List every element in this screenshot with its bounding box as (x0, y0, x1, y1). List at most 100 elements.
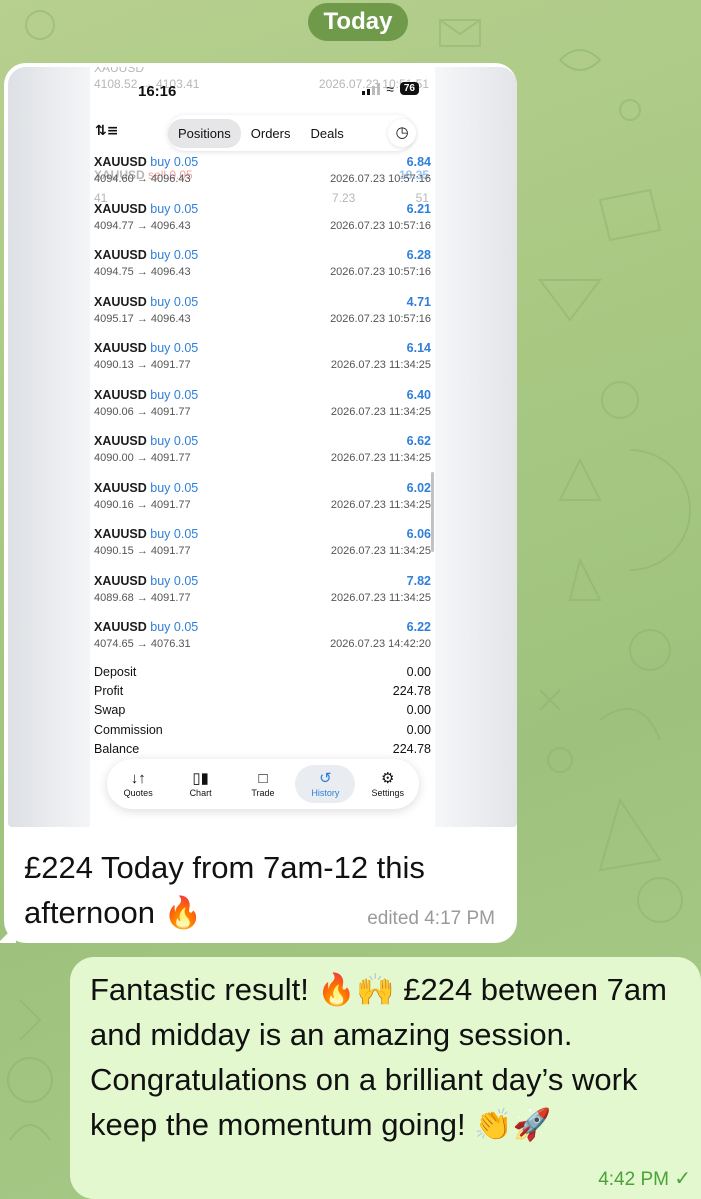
nav-quotes[interactable]: ↓↑ Quotes (108, 765, 168, 803)
trade-prices: 4094.60 → 4096.43 (94, 173, 191, 185)
summary-row: Swap 0.00 (94, 703, 431, 722)
trade-symbol: XAUUSD buy 0.05 (94, 527, 199, 541)
trade-symbol: XAUUSD buy 0.05 (94, 201, 199, 216)
trade-symbol: XAUUSD buy 0.05 (94, 480, 199, 495)
sort-icon[interactable]: ⇅≡ (95, 123, 118, 139)
blurred-margin-left (8, 67, 90, 827)
trade-time: 2026.07.23 11:34:25 (330, 405, 431, 418)
trade-symbol: XAUUSD buy 0.05 (94, 155, 199, 169)
trade-symbol: XAUUSD buy 0.05 (94, 294, 199, 309)
gear-icon: ⚙ (381, 770, 395, 787)
trade-profit: 6.28 (406, 248, 431, 262)
trade-time: 2026.07.23 11:34:25 (330, 545, 431, 557)
trade-profit: 6.40 (406, 387, 431, 402)
trade-time: 2026.07.23 10:57:16 (330, 266, 431, 278)
trade-side: buy 0.05 (150, 294, 199, 309)
quotes-icon: ↓↑ (130, 770, 146, 787)
history-icon: ↺ (319, 770, 332, 787)
bubble-tail (0, 925, 16, 943)
trade-profit: 6.02 (406, 480, 431, 495)
trade-side: buy 0.05 (150, 620, 199, 634)
trade-side: buy 0.05 (150, 527, 199, 541)
clock-icon[interactable]: ◷ (388, 119, 416, 147)
trade-time: 2026.07.23 14:42:20 (330, 638, 431, 650)
status-time: 16:16 (138, 83, 177, 100)
trade-row[interactable]: XAUUSD buy 0.05 4090.15 → 4091.77 6.06 2026… (90, 521, 435, 568)
blurred-margin-right (435, 67, 517, 827)
wifi-icon: ≈ (386, 80, 394, 97)
trade-prices: 4090.15 → 4091.77 (94, 545, 191, 557)
summary-value: 224.78 (392, 741, 431, 756)
trade-row[interactable]: XAUUSD buy 0.05 4095.17 → 4096.43 4.71 2026… (90, 289, 435, 336)
trade-symbol: XAUUSD buy 0.05 (94, 573, 199, 588)
read-check-icon: ✓ (674, 1168, 691, 1190)
scrollbar[interactable] (431, 472, 434, 552)
trade-prices: 4090.06 → 4091.77 (94, 405, 191, 418)
trade-symbol: XAUUSD buy 0.05 (94, 341, 199, 355)
trade-symbol: XAUUSD buy 0.05 (94, 387, 199, 402)
trade-time: 2026.07.23 11:34:25 (330, 498, 431, 511)
trade-time: 2026.07.23 10:57:16 (330, 219, 431, 232)
trade-profit: 4.71 (406, 294, 431, 309)
tab-positions[interactable]: Positions (168, 118, 241, 148)
tab-orders[interactable]: Orders (241, 119, 301, 148)
trade-row[interactable]: XAUUSD buy 0.05 4090.06 → 4091.77 6.40 2026… (90, 382, 435, 429)
trade-symbol: XAUUSD buy 0.05 (94, 434, 199, 448)
signal-icon (362, 82, 381, 95)
trade-time: 2026.07.23 11:34:25 (330, 591, 431, 604)
trading-app-screen: XAUUSD 4108.52 → 4103.41 2026.07.23 10:5… (90, 67, 435, 827)
tab-deals[interactable]: Deals (300, 119, 353, 148)
summary-value: 0.00 (406, 703, 431, 718)
trade-row[interactable]: XAUUSD buy 0.05 4090.00 → 4091.77 6.62 2026… (90, 428, 435, 475)
attached-screenshot[interactable]: XAUUSD 4108.52 → 4103.41 2026.07.23 10:5… (8, 67, 517, 827)
trade-side: buy 0.05 (150, 201, 199, 216)
trade-row[interactable]: XAUUSD buy 0.05 4094.77 → 4096.43 6.21 2026… (90, 196, 435, 243)
candlestick-icon: ▯▮ (192, 770, 209, 787)
trade-profit: 6.84 (406, 155, 431, 169)
trade-time: 2026.07.23 10:57:16 (330, 173, 431, 185)
trade-prices: 4090.00 → 4091.77 (94, 452, 191, 464)
phone-status-bar: 16:16 ≈ 76 (90, 67, 435, 111)
nav-trade[interactable]: □ Trade (233, 765, 293, 803)
history-tab-bar: Positions Orders Deals (168, 115, 414, 151)
trade-profit: 6.62 (406, 434, 431, 448)
trade-chart-icon: □ (258, 770, 268, 787)
date-separator-pill: Today (308, 3, 408, 41)
message-meta: 4:42 PM ✓ (598, 1166, 691, 1191)
trade-side: buy 0.05 (150, 341, 199, 355)
trade-time: 2026.07.23 11:34:25 (330, 359, 431, 371)
nav-history[interactable]: ↺ History (295, 765, 356, 803)
trade-symbol: XAUUSD buy 0.05 (94, 620, 199, 634)
trade-row[interactable]: XAUUSD buy 0.05 4094.75 → 4096.43 6.28 2026… (90, 242, 435, 289)
summary-label: Swap (94, 703, 126, 718)
trade-profit: 7.82 (406, 573, 431, 588)
trade-prices: 4089.68 → 4091.77 (94, 591, 191, 604)
nav-settings[interactable]: ⚙ Settings (358, 765, 418, 803)
trade-row[interactable]: XAUUSD buy 0.05 4090.16 → 4091.77 6.02 2026… (90, 475, 435, 522)
summary-row: Profit 224.78 (94, 684, 431, 703)
trade-row[interactable]: XAUUSD buy 0.05 4094.60 → 4096.43 6.84 2026… (90, 149, 435, 196)
battery-icon: 76 (399, 82, 419, 95)
trade-side: buy 0.05 (150, 248, 199, 262)
account-summary: Deposit 0.00 Profit 224.78 Swap 0.00 Commissio… (94, 665, 431, 761)
bottom-navigation: ↓↑ Quotes ▯▮ Chart □ Trade ↺ History ⚙ Settin… (107, 759, 419, 809)
trade-prices: 4090.13 → 4091.77 (94, 359, 191, 371)
trade-time: 2026.07.23 10:57:16 (330, 312, 431, 325)
outgoing-message-text: Fantastic result! 🔥🙌 £224 between 7am an… (90, 972, 667, 1142)
trade-symbol: XAUUSD buy 0.05 (94, 248, 199, 262)
trade-prices: 4074.65 → 4076.31 (94, 638, 191, 650)
nav-chart[interactable]: ▯▮ Chart (171, 765, 231, 803)
message-time: 4:42 PM (598, 1169, 669, 1190)
trade-row[interactable]: XAUUSD buy 0.05 4090.13 → 4091.77 6.14 2026… (90, 335, 435, 382)
trade-side: buy 0.05 (150, 480, 199, 495)
incoming-message-bubble[interactable]: XAUUSD 4108.52 → 4103.41 2026.07.23 10:5… (0, 63, 517, 943)
trade-row[interactable]: XAUUSD buy 0.05 4074.65 → 4076.31 6.22 2026… (90, 614, 435, 661)
trade-side: buy 0.05 (150, 155, 199, 169)
trade-side: buy 0.05 (150, 434, 199, 448)
trade-prices: 4090.16 → 4091.77 (94, 498, 191, 511)
trade-row[interactable]: XAUUSD buy 0.05 4089.68 → 4091.77 7.82 2026… (90, 568, 435, 615)
outgoing-message-bubble[interactable]: Fantastic result! 🔥🙌 £224 between 7am an… (70, 957, 701, 1199)
trade-prices: 4094.75 → 4096.43 (94, 266, 191, 278)
summary-value: 224.78 (392, 684, 431, 699)
summary-label: Profit (94, 684, 124, 699)
